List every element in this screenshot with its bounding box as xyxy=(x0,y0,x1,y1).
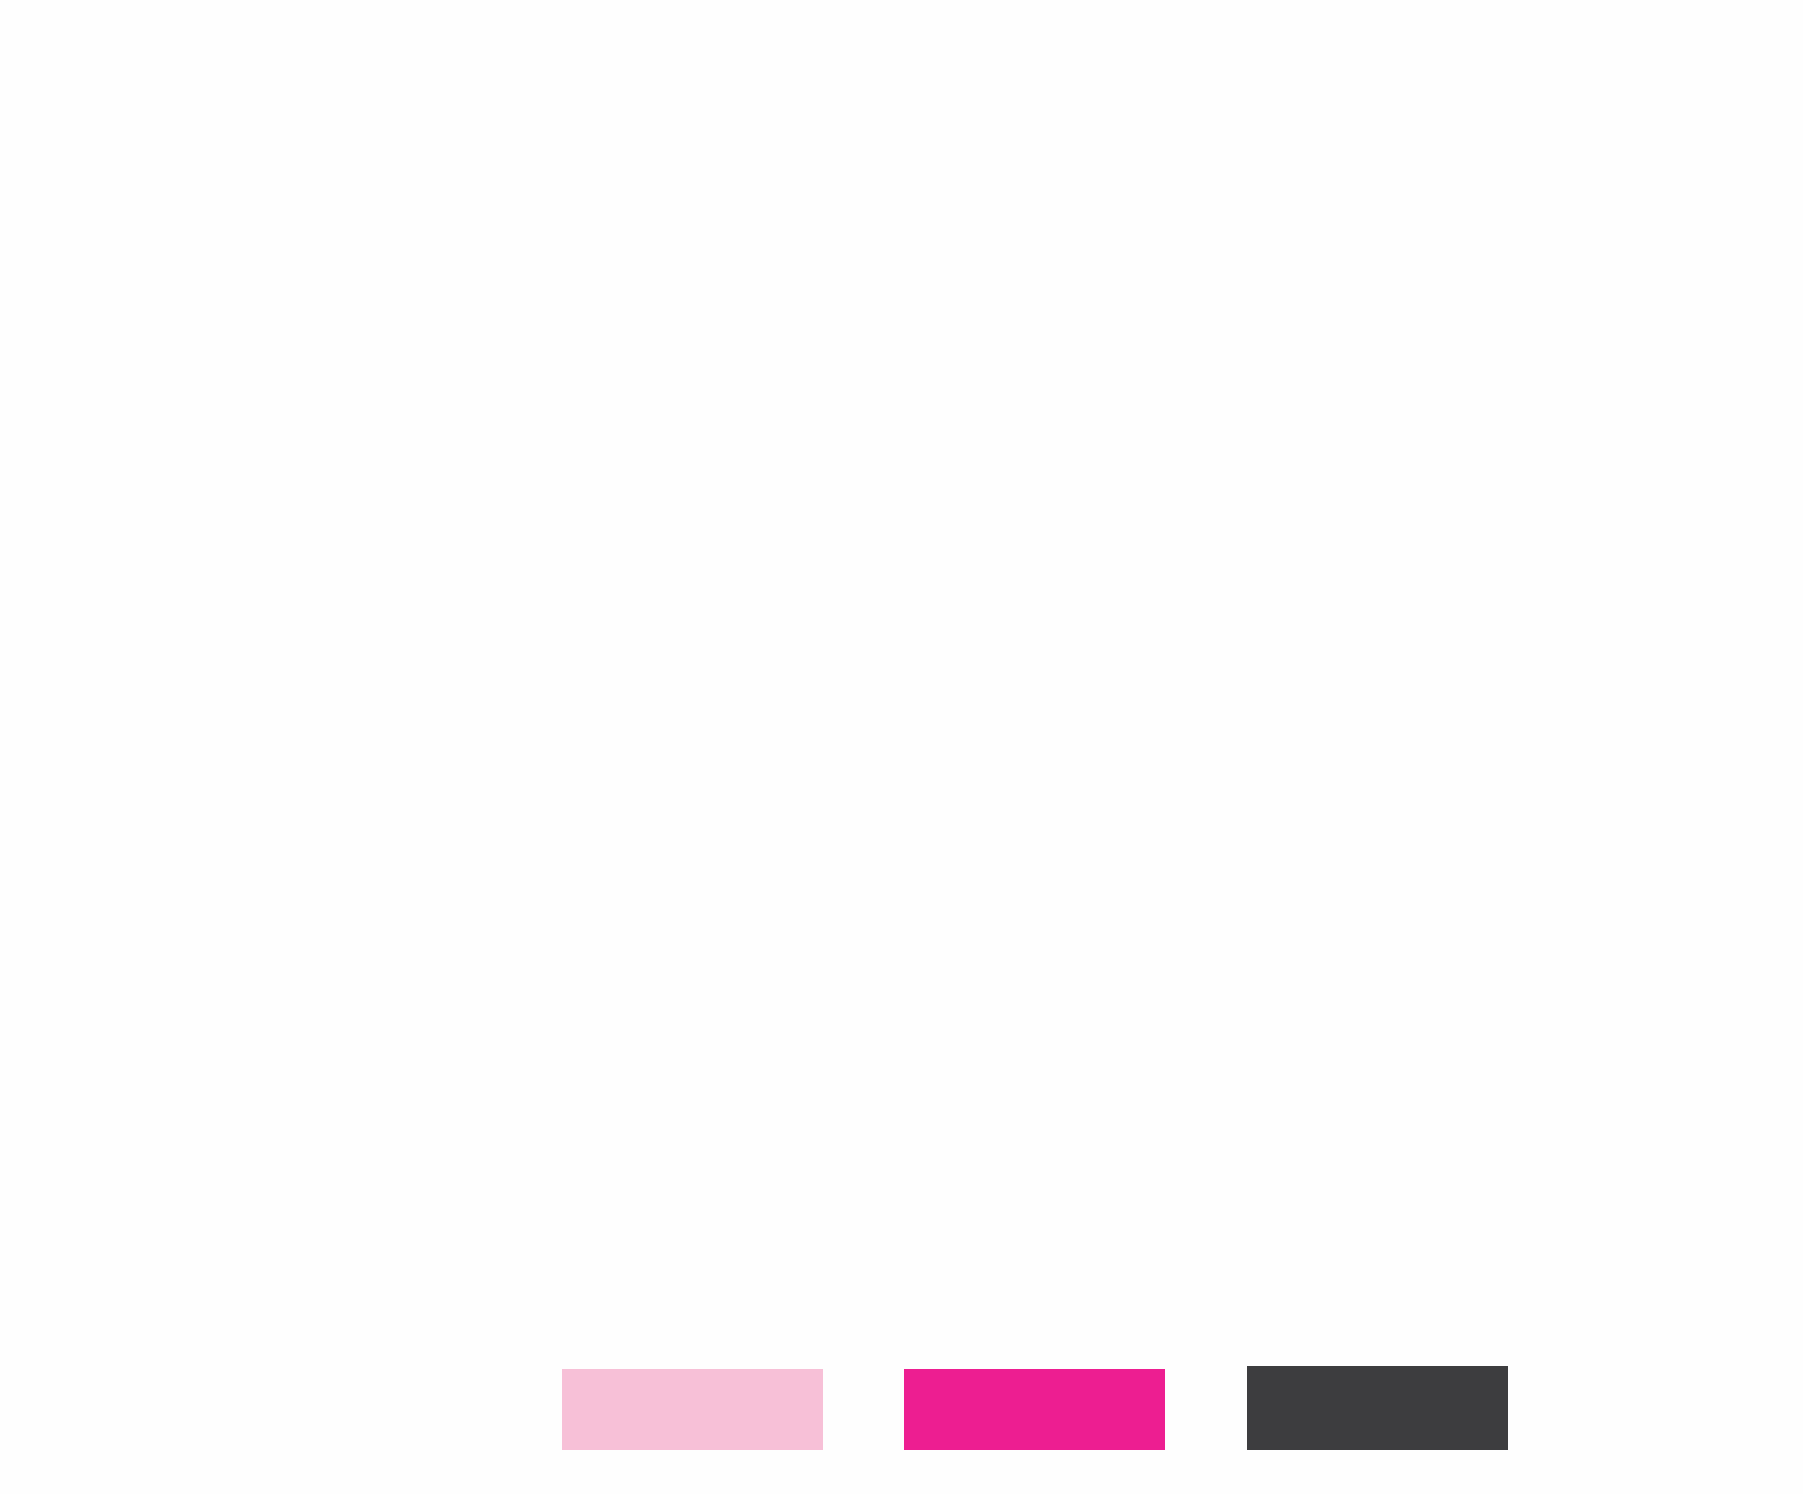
blank-canvas xyxy=(0,0,1803,1494)
color-swatch-magenta xyxy=(904,1369,1165,1450)
color-swatch-light-pink xyxy=(562,1369,823,1450)
color-swatch-dark-gray xyxy=(1247,1366,1508,1450)
